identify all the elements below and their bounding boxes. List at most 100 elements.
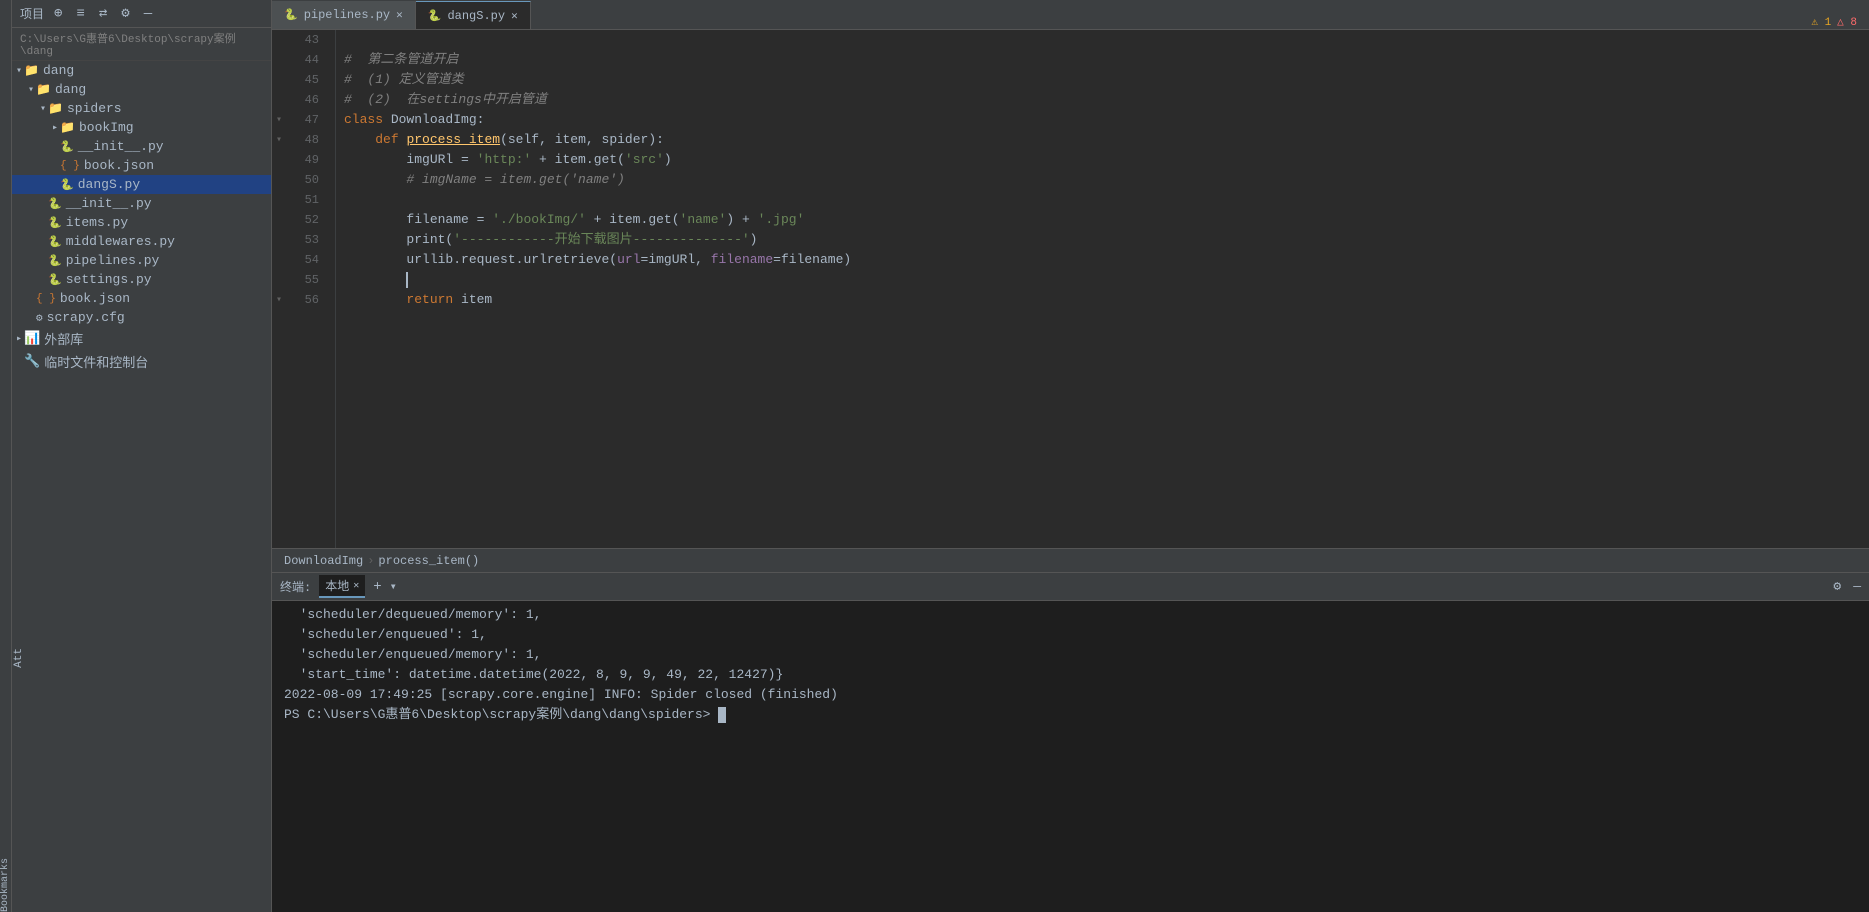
comment-span: # 第二条管道开启 xyxy=(344,50,458,70)
op-span: + xyxy=(586,210,609,230)
indent-span xyxy=(344,230,406,250)
kwarg2: filename xyxy=(711,250,773,270)
folder-icon: 📁 xyxy=(36,82,51,97)
indent-span xyxy=(344,170,406,190)
code-editor[interactable]: # 第二条管道开启 # (1) 定义管道类 # (2) 在settings中开启… xyxy=(336,30,1857,548)
cfg-file-icon: ⚙ xyxy=(36,311,43,325)
arrow-icon: ▾ xyxy=(40,103,46,115)
sidebar-item-settings[interactable]: ▸ 🐍 settings.py xyxy=(12,270,271,289)
line-numbers: 43 44 45 46 47 48 49 50 51 52 53 54 55 5… xyxy=(286,30,336,548)
line-num-54: 54 xyxy=(286,250,327,270)
eq2: = xyxy=(773,250,781,270)
line-num-44: 44 xyxy=(286,50,327,70)
assign-span: = xyxy=(469,210,492,230)
sidebar-item-label: pipelines.py xyxy=(66,253,160,268)
sidebar-item-middlewares[interactable]: ▸ 🐍 middlewares.py xyxy=(12,232,271,251)
toolbar-icon-swap[interactable]: ⇄ xyxy=(95,3,111,24)
assign-span: = xyxy=(453,150,476,170)
sidebar-item-dang[interactable]: ▾ 📁 dang xyxy=(12,80,271,99)
sidebar-item-book-json[interactable]: ▸ { } book.json xyxy=(12,289,271,308)
sidebar-item-temp-files[interactable]: ▸ 🔧 临时文件和控制台 xyxy=(12,350,271,373)
breadcrumb: DownloadImg › process_item() xyxy=(272,548,1869,572)
att-label: Att xyxy=(12,644,26,672)
dot2: . xyxy=(516,250,524,270)
param-span: item xyxy=(555,130,586,150)
str3-span: '.jpg' xyxy=(758,210,805,230)
py-file-icon: 🐍 xyxy=(48,273,62,287)
sidebar-item-label: middlewares.py xyxy=(66,234,175,249)
toolbar-icon-settings[interactable]: ⚙ xyxy=(117,3,133,24)
json-file-icon: { } xyxy=(60,160,80,172)
line-num-52: 52 xyxy=(286,210,327,230)
py-file-icon: 🐍 xyxy=(48,254,62,268)
sidebar-item-external-libs[interactable]: ▸ 📊 外部库 xyxy=(12,327,271,350)
sidebar-item-spiders[interactable]: ▾ 📁 spiders xyxy=(12,99,271,118)
sidebar-item-bookimg[interactable]: ▸ 📁 bookImg xyxy=(12,118,271,137)
terminal-minimize-icon[interactable]: — xyxy=(1853,579,1861,594)
terminal-tab-close[interactable]: ✕ xyxy=(353,580,359,592)
breadcrumb-method: process_item() xyxy=(378,554,479,568)
terminal-label: 终端: xyxy=(280,578,311,595)
toolbar-icon-list[interactable]: ≡ xyxy=(72,4,88,24)
editor-area: ▾ ▾ ▾ 43 44 45 46 47 xyxy=(272,30,1869,548)
py-file-icon: 🐍 xyxy=(48,235,62,249)
terminal-content[interactable]: 'scheduler/dequeued/memory': 1, 'schedul… xyxy=(272,601,1869,912)
tab-dangs[interactable]: 🐍 dangS.py ✕ xyxy=(416,1,531,29)
keyword-span: def xyxy=(375,130,406,150)
terminal-tab-local[interactable]: 本地 ✕ xyxy=(319,575,365,598)
sidebar-item-scrapy-cfg[interactable]: ▸ ⚙ scrapy.cfg xyxy=(12,308,271,327)
terminal-prompt: PS C:\Users\G惠普6\Desktop\scrapy案例\dang\d… xyxy=(284,705,718,725)
cp: ) + xyxy=(726,210,757,230)
warning-count: ⚠ 1 xyxy=(1811,15,1831,29)
fn-name-span: process_item xyxy=(406,130,500,150)
sidebar-item-book-json-spiders[interactable]: ▸ { } book.json xyxy=(12,156,271,175)
comment-span: # imgName = item.get('name') xyxy=(406,170,624,190)
line-num-51: 51 xyxy=(286,190,327,210)
code-line-44: # 第二条管道开启 xyxy=(344,50,1857,70)
line-num-48: 48 xyxy=(286,130,327,150)
fold-line xyxy=(272,250,286,270)
json-file-icon: { } xyxy=(36,293,56,305)
module-span: urllib xyxy=(406,250,453,270)
sidebar-item-label: dangS.py xyxy=(78,177,140,192)
param2-span: spider xyxy=(602,130,649,150)
sidebar-item-pipelines[interactable]: ▸ 🐍 pipelines.py xyxy=(12,251,271,270)
code-line-50: # imgName = item.get('name') xyxy=(344,170,1857,190)
class-name-span: DownloadImg xyxy=(391,110,477,130)
terminal-line-3: 'scheduler/enqueued/memory': 1, xyxy=(284,645,1857,665)
project-label: 项目 xyxy=(20,5,44,22)
fold-line xyxy=(272,70,286,90)
code-line-55 xyxy=(344,270,1857,290)
py-file-icon: 🐍 xyxy=(48,216,62,230)
py-file-icon: 🐍 xyxy=(60,178,74,192)
tab-close-icon[interactable]: ✕ xyxy=(396,8,403,22)
sidebar-item-init-spiders[interactable]: ▸ 🐍 __init__.py xyxy=(12,137,271,156)
sidebar-item-items[interactable]: ▸ 🐍 items.py xyxy=(12,213,271,232)
tab-pipelines[interactable]: 🐍 pipelines.py ✕ xyxy=(272,1,416,29)
sidebar-item-init[interactable]: ▸ 🐍 __init__.py xyxy=(12,194,271,213)
var-span: imgURl xyxy=(406,150,453,170)
sidebar-item-dang-root[interactable]: ▾ 📁 dang xyxy=(12,61,271,80)
sidebar-item-label: items.py xyxy=(66,215,128,230)
terminal-area: 终端: 本地 ✕ + ▾ ⚙ — 'scheduler/dequeued/mem… xyxy=(272,572,1869,912)
var2-span: item xyxy=(609,210,640,230)
paren-span: ( xyxy=(500,130,508,150)
code-line-43 xyxy=(344,30,1857,50)
line-num-47: 47 xyxy=(286,110,327,130)
val1: imgURl xyxy=(648,250,695,270)
terminal-dropdown-icon[interactable]: ▾ xyxy=(390,579,397,594)
str-span: '------------开始下载图片--------------' xyxy=(453,230,749,250)
editor-wrapper: ▾ ▾ ▾ 43 44 45 46 47 xyxy=(272,30,1869,572)
fn-print: print( xyxy=(406,230,453,250)
sidebar-item-dangs[interactable]: ▸ 🐍 dangS.py xyxy=(12,175,271,194)
sidebar-item-label: dang xyxy=(43,63,74,78)
terminal-add-button[interactable]: + xyxy=(373,579,381,595)
toolbar-icon-add[interactable]: ⊕ xyxy=(50,3,66,24)
line-num-49: 49 xyxy=(286,150,327,170)
sidebar-item-label: settings.py xyxy=(66,272,152,287)
kwarg1: url xyxy=(617,250,640,270)
terminal-settings-icon[interactable]: ⚙ xyxy=(1833,579,1841,594)
tab-close-icon[interactable]: ✕ xyxy=(511,9,518,23)
comment-span: # (2) 在settings中开启管道 xyxy=(344,90,547,110)
toolbar-icon-collapse[interactable]: — xyxy=(140,4,156,24)
